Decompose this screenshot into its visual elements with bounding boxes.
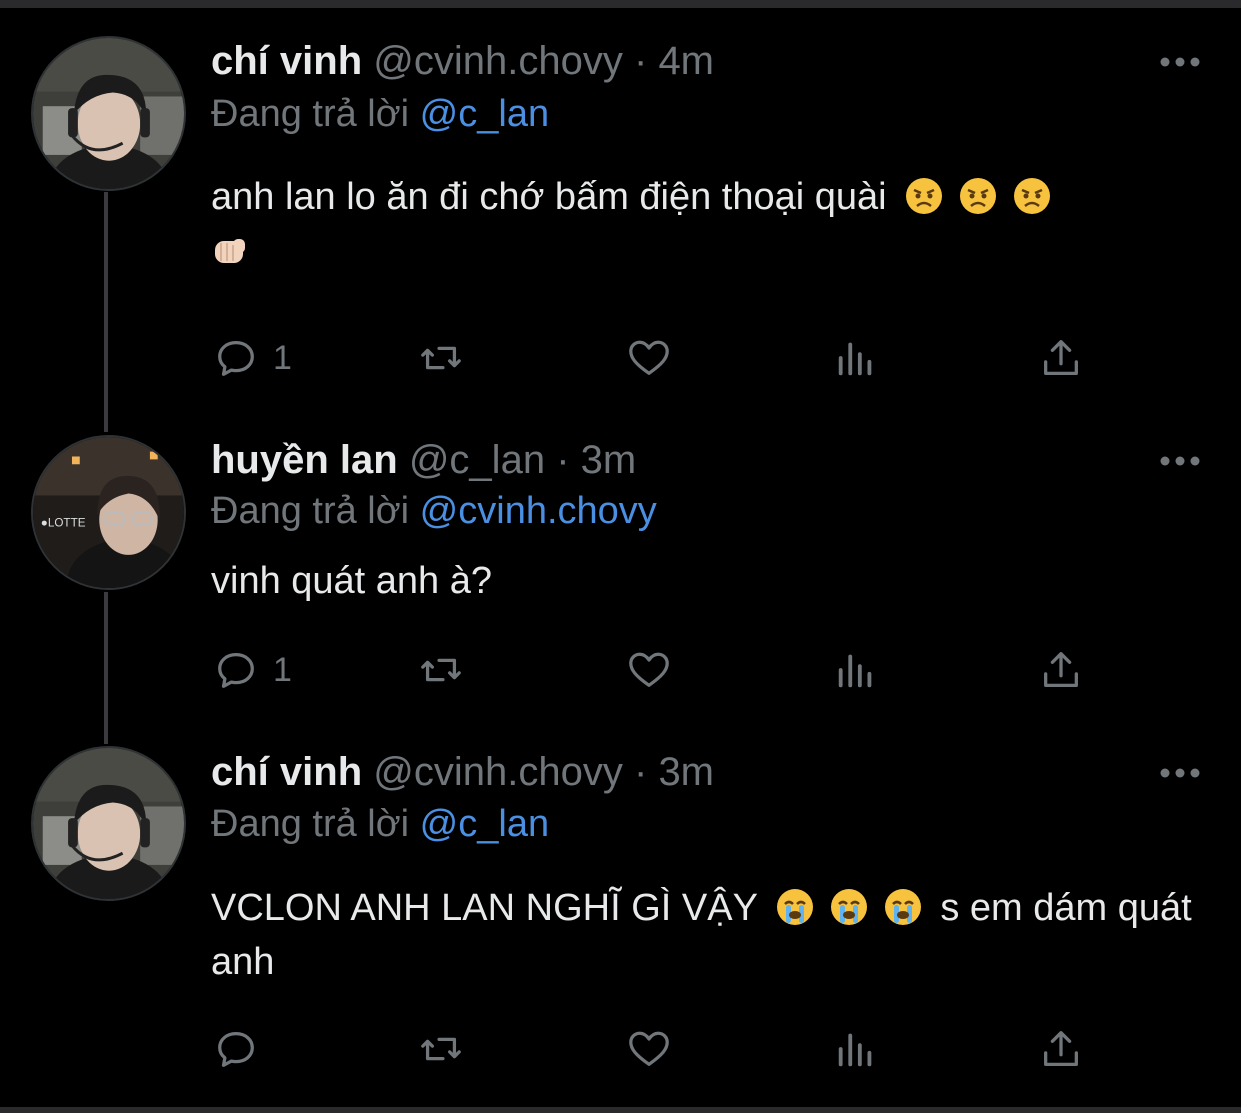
views-icon (838, 342, 872, 376)
tweet-header: huyền lan @c_lan · 3m (211, 437, 636, 483)
thread-connector (104, 192, 108, 432)
tweet-text-content: anh lan lo ăn đi chớ bấm điện thoại quài (211, 176, 887, 218)
more-icon[interactable] (1158, 52, 1202, 72)
avatar[interactable] (31, 36, 186, 191)
views-button[interactable] (833, 645, 879, 695)
reply-count: 1 (273, 650, 292, 689)
retweet-button[interactable] (418, 333, 464, 383)
avatar[interactable] (31, 746, 186, 901)
display-name[interactable]: chí vinh (211, 750, 362, 794)
user-handle[interactable]: @cvinh.chovy (373, 750, 623, 794)
like-icon (629, 340, 669, 375)
reply-icon (218, 341, 254, 376)
views-button[interactable] (833, 333, 879, 383)
screen-bottom-border (0, 1107, 1241, 1113)
tweet-text-content: vinh quát anh à? (211, 560, 493, 602)
tweet-actions: 1 (0, 333, 1241, 383)
reply-icon (218, 653, 254, 688)
retweet-icon (421, 658, 461, 682)
reply-button[interactable]: 1 (213, 333, 292, 383)
views-icon (838, 1033, 872, 1067)
share-button[interactable] (1038, 645, 1084, 695)
angry-face-icon (959, 177, 997, 215)
tweet-actions: 1 (0, 645, 1241, 695)
crying-face-icon (830, 888, 868, 926)
tweet-text: anh lan lo ăn đi chớ bấm điện thoại quài (211, 170, 1201, 278)
fist-hand-icon (211, 231, 249, 269)
user-handle[interactable]: @cvinh.chovy (373, 39, 623, 83)
crying-face-icon (884, 888, 922, 926)
tweet-actions (0, 1024, 1241, 1074)
like-icon (629, 1031, 669, 1066)
tweet-text: vinh quát anh à? (211, 554, 1201, 608)
reply-button[interactable]: 1 (213, 645, 292, 695)
share-icon (1044, 1031, 1078, 1066)
angry-face-icon (1013, 177, 1051, 215)
retweet-button[interactable] (418, 1024, 464, 1074)
reply-button[interactable] (213, 1024, 273, 1074)
replying-to-label: Đang trả lời (211, 490, 410, 532)
reply-count: 1 (273, 338, 292, 377)
retweet-icon (421, 346, 461, 370)
avatar[interactable]: ●LOTTE (31, 435, 186, 590)
timestamp[interactable]: 3m (581, 438, 637, 482)
share-button[interactable] (1038, 333, 1084, 383)
like-icon (629, 652, 669, 687)
timestamp[interactable]: 3m (658, 750, 714, 794)
share-icon (1044, 652, 1078, 687)
like-button[interactable] (626, 1024, 672, 1074)
more-icon[interactable] (1158, 763, 1202, 783)
svg-text:●LOTTE: ●LOTTE (41, 517, 86, 530)
replying-to: Đang trả lời @c_lan (211, 92, 549, 136)
display-name[interactable]: huyền lan (211, 438, 398, 482)
replying-to: Đang trả lời @cvinh.chovy (211, 489, 657, 533)
separator-dot: · (633, 39, 648, 83)
retweet-icon (421, 1037, 461, 1061)
screen-top-border (0, 0, 1241, 8)
share-icon (1044, 340, 1078, 375)
share-button[interactable] (1038, 1024, 1084, 1074)
mention-link[interactable]: @c_lan (420, 93, 549, 135)
views-icon (838, 654, 872, 688)
tweet-text-part1: VCLON ANH LAN NGHĨ GÌ VẬY (211, 887, 758, 929)
angry-face-icon (905, 177, 943, 215)
like-button[interactable] (626, 645, 672, 695)
replying-to-label: Đang trả lời (211, 803, 410, 845)
reply-icon (218, 1032, 254, 1067)
separator-dot: · (633, 750, 648, 794)
display-name[interactable]: chí vinh (211, 39, 362, 83)
tweet-header: chí vinh @cvinh.chovy · 3m (211, 749, 714, 795)
views-button[interactable] (833, 1024, 879, 1074)
crying-face-icon (776, 888, 814, 926)
replying-to-label: Đang trả lời (211, 93, 410, 135)
mention-link[interactable]: @c_lan (420, 803, 549, 845)
separator-dot: · (556, 438, 570, 482)
mention-link[interactable]: @cvinh.chovy (420, 490, 657, 532)
retweet-button[interactable] (418, 645, 464, 695)
tweet-header: chí vinh @cvinh.chovy · 4m (211, 38, 714, 84)
tweet-text: VCLON ANH LAN NGHĨ GÌ VẬY s em dám quát … (211, 881, 1201, 989)
like-button[interactable] (626, 333, 672, 383)
timestamp[interactable]: 4m (658, 39, 714, 83)
more-icon[interactable] (1158, 451, 1202, 471)
user-handle[interactable]: @c_lan (409, 438, 545, 482)
replying-to: Đang trả lời @c_lan (211, 802, 549, 846)
